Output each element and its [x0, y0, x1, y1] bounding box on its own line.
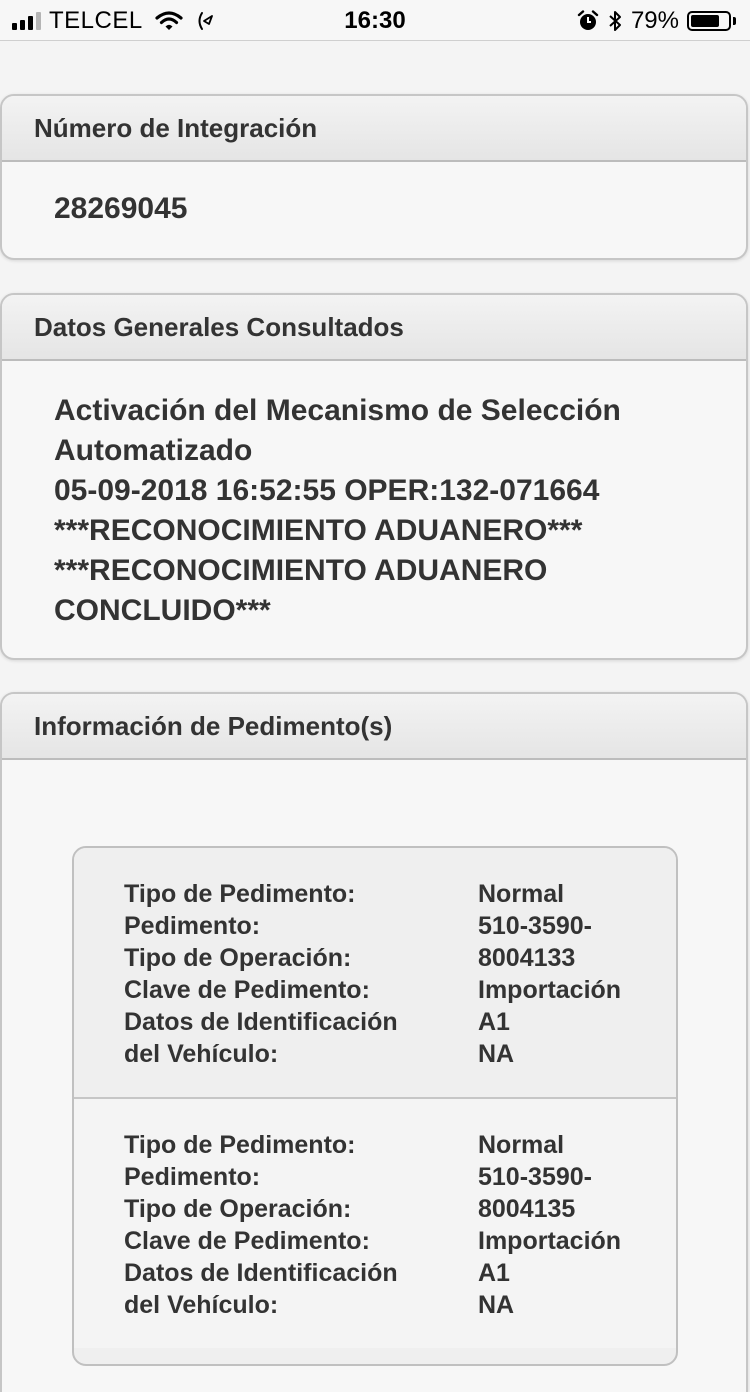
battery-percent: 79%: [630, 7, 679, 34]
row-label: Tipo de Pedimento:: [124, 1131, 356, 1159]
row-label: Tipo de Operación:: [124, 944, 352, 972]
row-value: 510-3590-: [478, 1163, 592, 1191]
row-label: Datos de Identificación: [124, 1008, 398, 1036]
pedimento-row: Pedimento: 510-3590-: [74, 912, 676, 944]
pedimento-row: Tipo de Operación: 8004135: [74, 1195, 676, 1227]
bluetooth-icon: [609, 11, 621, 31]
pedimento-row: Tipo de Pedimento: Normal: [74, 1131, 676, 1163]
pedimento-row: del Vehículo: NA: [74, 1040, 676, 1072]
row-label: Tipo de Operación:: [124, 1195, 352, 1223]
pedimento-row: Tipo de Operación: 8004133: [74, 944, 676, 976]
integration-number: 28269045: [2, 162, 746, 226]
battery-level-fill: [691, 15, 719, 27]
pedimentos-list: Tipo de Pedimento: Normal Pedimento: 510-3…: [72, 846, 678, 1366]
row-label: Pedimento:: [124, 1163, 261, 1191]
battery-icon: [687, 11, 731, 31]
row-value: NA: [478, 1291, 515, 1319]
row-label: Datos de Identificación: [124, 1259, 398, 1287]
integration-panel: Número de Integración 28269045: [0, 94, 748, 260]
general-data-header: Datos Generales Consultados: [2, 295, 746, 361]
general-data-line: ***RECONOCIMIENTO ADUANERO: [54, 554, 548, 587]
row-value: Importación: [478, 976, 622, 1004]
row-value: A1: [478, 1259, 510, 1287]
row-value: 510-3590-: [478, 912, 592, 940]
alarm-icon: [577, 10, 599, 30]
pedimento-item[interactable]: Tipo de Pedimento: Normal Pedimento: 510-3…: [74, 848, 676, 1099]
row-value: Importación: [478, 1227, 622, 1255]
row-value: 8004135: [478, 1195, 576, 1223]
row-value: A1: [478, 1008, 510, 1036]
pedimento-row: Tipo de Pedimento: Normal: [74, 880, 676, 912]
general-data-line: Activación del Mecanismo de Selección: [54, 394, 621, 427]
general-data-panel: Datos Generales Consultados Activación d…: [0, 293, 748, 660]
row-label: Tipo de Pedimento:: [124, 880, 356, 908]
pedimento-row: Pedimento: 510-3590-: [74, 1163, 676, 1195]
pedimentos-header: Información de Pedimento(s): [2, 694, 746, 760]
battery-cap: [733, 17, 736, 25]
row-value: Normal: [478, 1131, 565, 1159]
status-right: 79%: [577, 7, 736, 35]
general-data-line: ***RECONOCIMIENTO ADUANERO***: [54, 514, 583, 547]
row-label: Clave de Pedimento:: [124, 1227, 370, 1255]
pedimento-row: Datos de Identificación A1: [74, 1008, 676, 1040]
integration-header: Número de Integración: [2, 96, 746, 162]
row-value: Normal: [478, 880, 565, 908]
pedimento-row: Clave de Pedimento: Importación: [74, 1227, 676, 1259]
general-data-body: Activación del Mecanismo de Selección Au…: [2, 361, 746, 631]
pedimento-row: del Vehículo: NA: [74, 1291, 676, 1323]
row-label: Clave de Pedimento:: [124, 976, 370, 1004]
row-value: NA: [478, 1040, 515, 1068]
pedimento-item[interactable]: Tipo de Pedimento: Normal Pedimento: 510-3…: [74, 1099, 676, 1348]
pedimento-row: Datos de Identificación A1: [74, 1259, 676, 1291]
row-label: Pedimento:: [124, 912, 261, 940]
general-data-line: Automatizado: [54, 434, 253, 467]
row-value: 8004133: [478, 944, 576, 972]
pedimento-row: Clave de Pedimento: Importación: [74, 976, 676, 1008]
general-data-line: CONCLUIDO***: [54, 594, 271, 627]
row-label: del Vehículo:: [124, 1040, 279, 1068]
row-label: del Vehículo:: [124, 1291, 279, 1319]
general-data-line: 05-09-2018 16:52:55 OPER:132-071664: [54, 474, 600, 507]
status-bar: TELCEL 16:30 79%: [0, 0, 750, 41]
